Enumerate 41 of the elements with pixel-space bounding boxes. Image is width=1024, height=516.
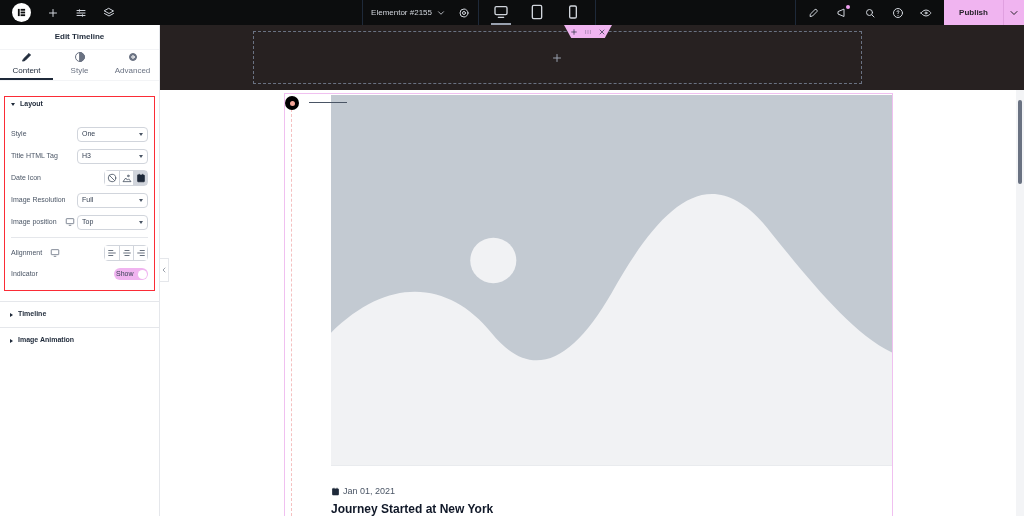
choice-button[interactable] [133, 171, 147, 185]
align-right-icon [135, 248, 146, 258]
calendar-icon [135, 173, 146, 183]
sliders-icon [75, 6, 87, 19]
image-icon [121, 173, 132, 183]
panel-tab[interactable]: Content [0, 50, 53, 80]
panel-tab[interactable]: Advanced [106, 50, 159, 80]
eye-icon [920, 6, 932, 19]
gear-icon [126, 51, 139, 63]
choice-button[interactable] [105, 246, 119, 260]
align-center-icon [121, 248, 132, 258]
close-icon [598, 27, 606, 36]
timeline-date: Jan 01, 2021 [343, 484, 396, 498]
desktop-icon [493, 3, 509, 20]
panel-tab[interactable]: Style [53, 50, 106, 80]
add-icon [551, 51, 563, 64]
add-icon [570, 27, 578, 36]
logo-icon[interactable] [12, 3, 31, 22]
calendar-icon [331, 486, 340, 496]
scrollbar[interactable] [1016, 90, 1024, 516]
chevron-left-icon [160, 266, 168, 274]
section-handle[interactable] [564, 25, 612, 38]
choice-button[interactable] [133, 246, 147, 260]
align-left-icon [107, 248, 117, 258]
ban-icon [107, 173, 117, 183]
add-icon [47, 6, 59, 19]
pencil-icon [20, 51, 33, 63]
panel-title: Edit Timeline [54, 31, 105, 43]
drag-handle-icon [584, 27, 592, 36]
contrast-icon [73, 51, 86, 63]
choice-button[interactable] [119, 246, 133, 260]
megaphone-icon [836, 6, 848, 19]
publish-button[interactable]: Publish [944, 0, 1003, 25]
timeline-title: Journey Started at New York [331, 503, 495, 516]
choice-button[interactable] [105, 171, 119, 185]
document-title-button[interactable]: Elementor #2155 [371, 6, 432, 19]
tablet-icon [529, 3, 545, 20]
search-icon [864, 6, 876, 19]
layers-icon [103, 6, 115, 19]
settings-icon [458, 6, 470, 19]
help-icon [892, 6, 904, 19]
